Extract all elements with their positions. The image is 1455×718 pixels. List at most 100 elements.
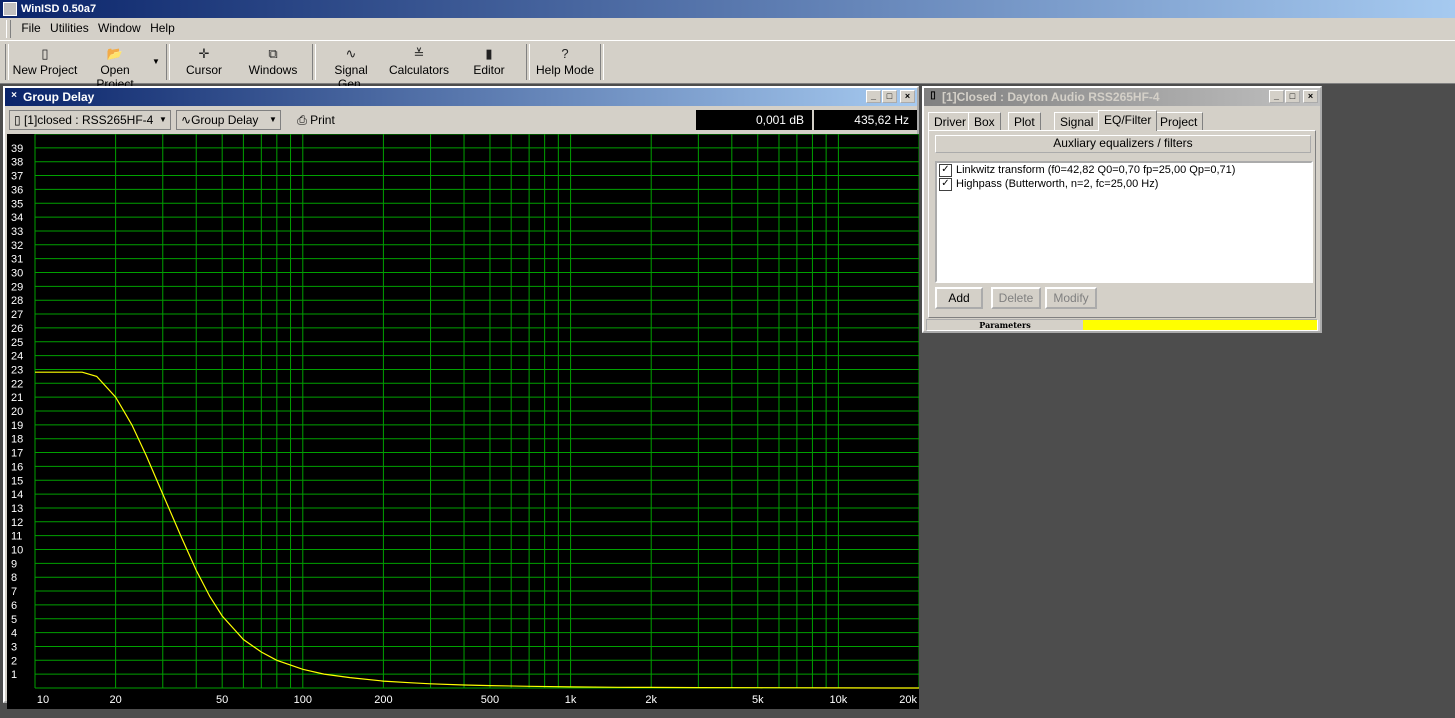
y-tick-label: 18: [11, 434, 23, 446]
sine-wave-icon: ∿: [345, 46, 357, 61]
print-button[interactable]: ⎙ Print: [291, 110, 341, 130]
y-tick-label: 2: [11, 655, 17, 667]
close-button[interactable]: ×: [1303, 90, 1318, 103]
readout-db: 0,001 dB: [696, 110, 812, 130]
y-tick-label: 8: [11, 572, 17, 584]
plot-type-select[interactable]: ∿Group Delay ▼: [176, 110, 281, 130]
minimize-button[interactable]: _: [1269, 90, 1284, 103]
y-tick-label: 32: [11, 240, 23, 252]
y-tick-label: 22: [11, 378, 23, 390]
menu-window[interactable]: Window: [95, 18, 144, 35]
y-tick-label: 38: [11, 157, 23, 169]
modify-button[interactable]: Modify: [1045, 287, 1097, 309]
y-tick-label: 19: [11, 420, 23, 432]
maximize-button[interactable]: □: [1285, 90, 1300, 103]
menu-help[interactable]: Help: [147, 18, 178, 35]
open-project-button[interactable]: 📂 Open Project: [80, 45, 150, 91]
new-project-icon: ▯: [41, 46, 49, 61]
checkbox-checked-icon[interactable]: ✓: [939, 163, 952, 177]
y-tick-label: 29: [11, 281, 23, 293]
tab-driver[interactable]: Driver: [928, 112, 972, 130]
tab-eq-filter[interactable]: EQ/Filter: [1098, 110, 1158, 131]
project-select[interactable]: ▯ [1]closed : RSS265HF-4 ▼: [9, 110, 171, 130]
windows-button[interactable]: ⧉ Windows: [244, 45, 302, 81]
editor-button[interactable]: ▮ Editor: [464, 45, 514, 81]
y-tick-label: 14: [11, 489, 23, 501]
cursor-button[interactable]: ✛ Cursor: [176, 45, 232, 81]
minimize-button[interactable]: _: [866, 90, 881, 103]
calculators-button[interactable]: ≚ Calculators: [388, 45, 450, 81]
calculator-icon: ≚: [413, 46, 425, 61]
filter-list[interactable]: ✓ Linkwitz transform (f0=42,82 Q0=0,70 fp…: [935, 161, 1313, 283]
x-tick-label: 10: [37, 694, 49, 706]
x-tick-label: 500: [481, 694, 499, 706]
close-button[interactable]: ×: [900, 90, 915, 103]
y-tick-label: 6: [11, 600, 17, 612]
main-toolbar: ▯ New Project 📂 Open Project ▼ ✛ Cursor …: [0, 40, 1455, 91]
app-icon: [3, 2, 17, 16]
y-tick-label: 23: [11, 364, 23, 376]
y-tick-label: 7: [11, 586, 17, 598]
y-tick-label: 21: [11, 392, 23, 404]
menu-bar: File Utilities Window Help: [0, 18, 1455, 40]
filter-item-linkwitz[interactable]: ✓ Linkwitz transform (f0=42,82 Q0=0,70 fp…: [937, 163, 1311, 177]
eq-filter-panel: Auxliary equalizers / filters ✓ Linkwitz …: [928, 130, 1316, 318]
group-delay-plot[interactable]: 1 2 3 4 5 6 7 8 9 10 11 12 13 14 15 16 17 18 19 20 21 22 23 24 2…: [7, 133, 920, 709]
chevron-down-icon: ▼: [159, 115, 167, 124]
y-tick-label: 3: [11, 641, 17, 653]
x-tick-label: 100: [294, 694, 312, 706]
y-tick-label: 34: [11, 212, 23, 224]
toolbar-grip: [5, 44, 9, 80]
y-tick-label: 39: [11, 143, 23, 155]
x-tick-label: 20: [109, 694, 121, 706]
x-tick-label: 5k: [752, 694, 764, 706]
toolbar-separator: [166, 44, 170, 80]
project-icon: ▯: [14, 113, 24, 127]
status-indicator: [1083, 320, 1317, 330]
folder-open-icon: 📂: [106, 46, 124, 61]
y-tick-label: 28: [11, 295, 23, 307]
menu-grip: [6, 20, 11, 38]
y-tick-label: 26: [11, 323, 23, 335]
x-tick-label: 1k: [565, 694, 577, 706]
signal-gen-button[interactable]: ∿ Signal Gen.: [320, 45, 382, 91]
window-icon: ▯: [930, 90, 936, 101]
crosshair-icon: ✛: [198, 46, 210, 61]
project-window-title: [1]Closed : Dayton Audio RSS265HF-4: [942, 90, 1160, 104]
app-titlebar[interactable]: WinISD 0.50a7: [0, 0, 1455, 18]
wave-icon: ∿: [181, 113, 192, 127]
y-tick-label: 9: [11, 558, 17, 570]
aux-equalizers-header[interactable]: Auxliary equalizers / filters: [935, 135, 1311, 153]
x-tick-label: 200: [374, 694, 392, 706]
maximize-button[interactable]: □: [882, 90, 897, 103]
y-tick-label: 5: [11, 614, 17, 626]
tab-signal[interactable]: Signal: [1054, 112, 1100, 130]
filter-item-highpass[interactable]: ✓ Highpass (Butterworth, n=2, fc=25,00 Hz…: [937, 177, 1311, 191]
project-titlebar[interactable]: ▯ [1]Closed : Dayton Audio RSS265HF-4 _ …: [924, 88, 1320, 106]
status-bar: Parameters: [926, 319, 1318, 331]
menu-file[interactable]: File: [18, 18, 43, 35]
y-tick-label: 31: [11, 254, 23, 266]
tab-plot[interactable]: Plot: [1008, 112, 1041, 130]
delete-button[interactable]: Delete: [991, 287, 1041, 309]
group-delay-title: Group Delay: [23, 90, 95, 104]
tab-box[interactable]: Box: [968, 112, 1001, 130]
new-project-button[interactable]: ▯ New Project: [12, 45, 78, 81]
menu-utilities[interactable]: Utilities: [47, 18, 92, 35]
tab-project[interactable]: Project: [1154, 112, 1204, 130]
group-delay-titlebar[interactable]: × Group Delay _ □ ×: [5, 88, 917, 106]
y-tick-label: 36: [11, 184, 23, 196]
x-tick-label: 2k: [645, 694, 657, 706]
y-tick-label: 17: [11, 448, 23, 460]
y-tick-label: 35: [11, 198, 23, 210]
y-tick-label: 16: [11, 461, 23, 473]
x-tick-label: 10k: [830, 694, 848, 706]
group-delay-chart[interactable]: 1234567891011121314151617181920212223242…: [7, 133, 920, 709]
checkbox-checked-icon[interactable]: ✓: [939, 177, 952, 191]
open-project-dropdown-icon[interactable]: ▼: [152, 57, 160, 66]
y-tick-label: 20: [11, 406, 23, 418]
y-tick-label: 11: [11, 531, 22, 543]
add-button[interactable]: Add: [935, 287, 983, 309]
help-mode-button[interactable]: ? Help Mode: [534, 45, 596, 81]
y-tick-label: 27: [11, 309, 23, 321]
